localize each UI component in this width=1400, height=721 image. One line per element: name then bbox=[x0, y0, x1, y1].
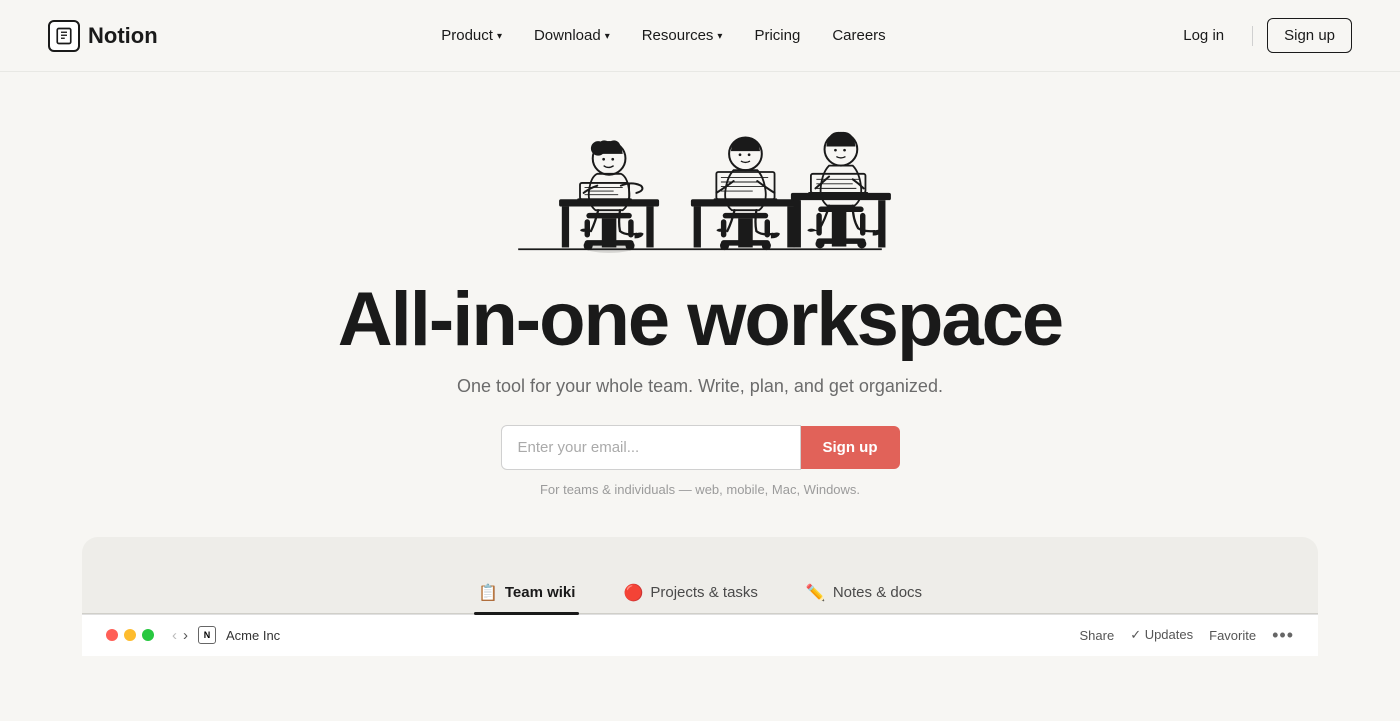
navbar: Notion Product ▾ Download ▾ Resources ▾ … bbox=[0, 0, 1400, 72]
chevron-down-icon: ▾ bbox=[717, 31, 722, 42]
nav-center: Product ▾ Download ▾ Resources ▾ Pricing… bbox=[427, 19, 899, 52]
product-preview: 📋 Team wiki 🔴 Projects & tasks ✏️ Notes … bbox=[82, 537, 1318, 656]
window-controls bbox=[106, 629, 154, 641]
notes-emoji: ✏️ bbox=[806, 583, 826, 603]
hero-form: Sign up bbox=[501, 425, 900, 470]
nav-careers[interactable]: Careers bbox=[818, 19, 899, 52]
hero-illustration bbox=[460, 72, 940, 272]
bottom-bar-actions: Share ✓ Updates Favorite ••• bbox=[1079, 625, 1294, 646]
tab-notes-label: Notes & docs bbox=[833, 584, 922, 601]
close-dot[interactable] bbox=[106, 629, 118, 641]
nav-right: Log in Sign up bbox=[1169, 18, 1352, 53]
hero-note: For teams & individuals — web, mobile, M… bbox=[540, 482, 860, 497]
updates-action[interactable]: ✓ Updates bbox=[1130, 627, 1193, 643]
app-bottom-bar: ‹ › N Acme Inc Share ✓ Updates Favorite … bbox=[82, 614, 1318, 656]
hero-signup-button[interactable]: Sign up bbox=[801, 426, 900, 469]
chevron-down-icon: ▾ bbox=[605, 31, 610, 42]
tab-notes-docs[interactable]: ✏️ Notes & docs bbox=[786, 573, 942, 613]
email-input[interactable] bbox=[501, 425, 801, 470]
nav-pricing[interactable]: Pricing bbox=[740, 19, 814, 52]
maximize-dot[interactable] bbox=[142, 629, 154, 641]
forward-arrow-icon[interactable]: › bbox=[183, 627, 188, 644]
signup-button[interactable]: Sign up bbox=[1267, 18, 1352, 53]
app-title: Acme Inc bbox=[226, 628, 280, 643]
app-logo-small: N bbox=[198, 626, 216, 644]
share-action[interactable]: Share bbox=[1079, 628, 1114, 643]
favorite-action[interactable]: Favorite bbox=[1209, 628, 1256, 643]
projects-emoji: 🔴 bbox=[623, 583, 643, 603]
nav-download[interactable]: Download ▾ bbox=[520, 19, 624, 52]
tab-projects-tasks[interactable]: 🔴 Projects & tasks bbox=[603, 573, 777, 613]
tab-projects-label: Projects & tasks bbox=[650, 584, 758, 601]
login-button[interactable]: Log in bbox=[1169, 19, 1238, 52]
hero-subtitle: One tool for your whole team. Write, pla… bbox=[457, 376, 943, 397]
nav-product[interactable]: Product ▾ bbox=[427, 19, 516, 52]
logo-link[interactable]: Notion bbox=[48, 20, 158, 52]
tab-team-wiki-label: Team wiki bbox=[505, 584, 576, 601]
tabs-row: 📋 Team wiki 🔴 Projects & tasks ✏️ Notes … bbox=[82, 573, 1318, 613]
hero-section: All-in-one workspace One tool for your w… bbox=[0, 72, 1400, 537]
tab-team-wiki[interactable]: 📋 Team wiki bbox=[458, 573, 596, 613]
logo-text: Notion bbox=[88, 23, 158, 49]
nav-resources[interactable]: Resources ▾ bbox=[628, 19, 737, 52]
back-arrow-icon[interactable]: ‹ bbox=[172, 627, 177, 644]
team-wiki-emoji: 📋 bbox=[478, 583, 498, 603]
chevron-down-icon: ▾ bbox=[497, 31, 502, 42]
nav-arrows: ‹ › bbox=[172, 627, 188, 644]
minimize-dot[interactable] bbox=[124, 629, 136, 641]
hero-title: All-in-one workspace bbox=[338, 280, 1062, 360]
more-actions-icon[interactable]: ••• bbox=[1272, 625, 1294, 646]
nav-divider bbox=[1252, 26, 1253, 46]
logo-icon bbox=[48, 20, 80, 52]
